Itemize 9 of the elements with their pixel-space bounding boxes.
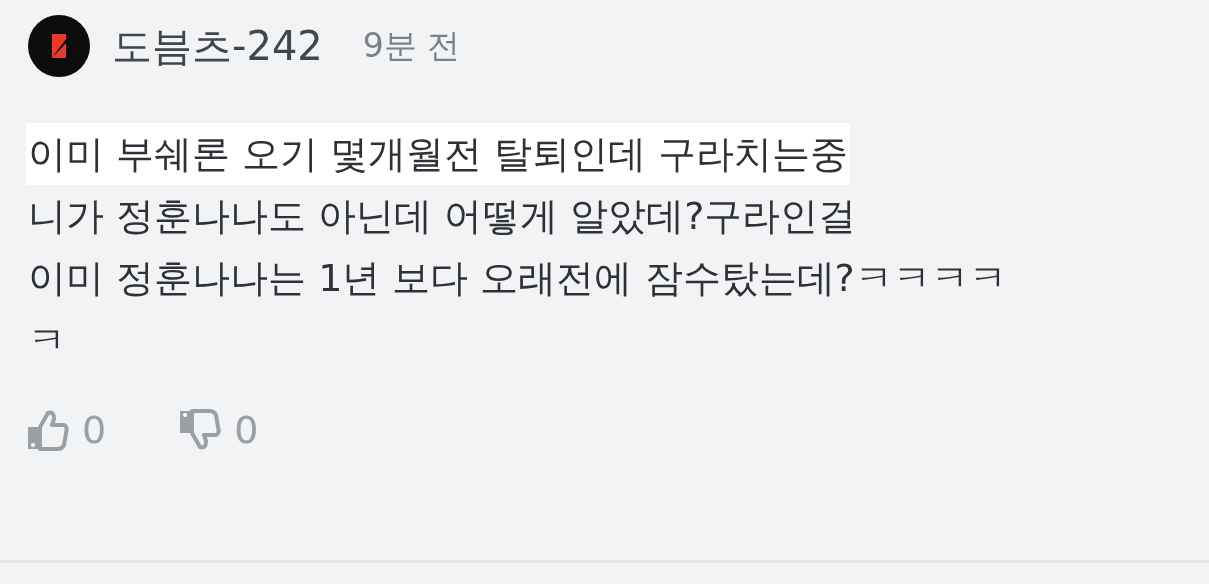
like-count: 0 [82,408,107,452]
dislike-count: 0 [234,408,259,452]
author-name: 도븜츠-242 [112,21,323,71]
timestamp: 9분 전 [362,24,461,67]
comment-text: 니가 정훈나나도 아닌데 어떻게 알았데?구라인걸 [27,193,858,240]
comment-text: 이미 정훈나나는 1년 보다 오래전에 잠수탔는데?ㅋㅋㅋㅋ [27,255,1008,302]
comment-text: ㅋ [27,317,67,364]
avatar-icon [28,15,90,77]
comment-text: 이미 부쉐론 오기 몇개월전 탈퇴인데 구라치는중 [26,123,851,185]
